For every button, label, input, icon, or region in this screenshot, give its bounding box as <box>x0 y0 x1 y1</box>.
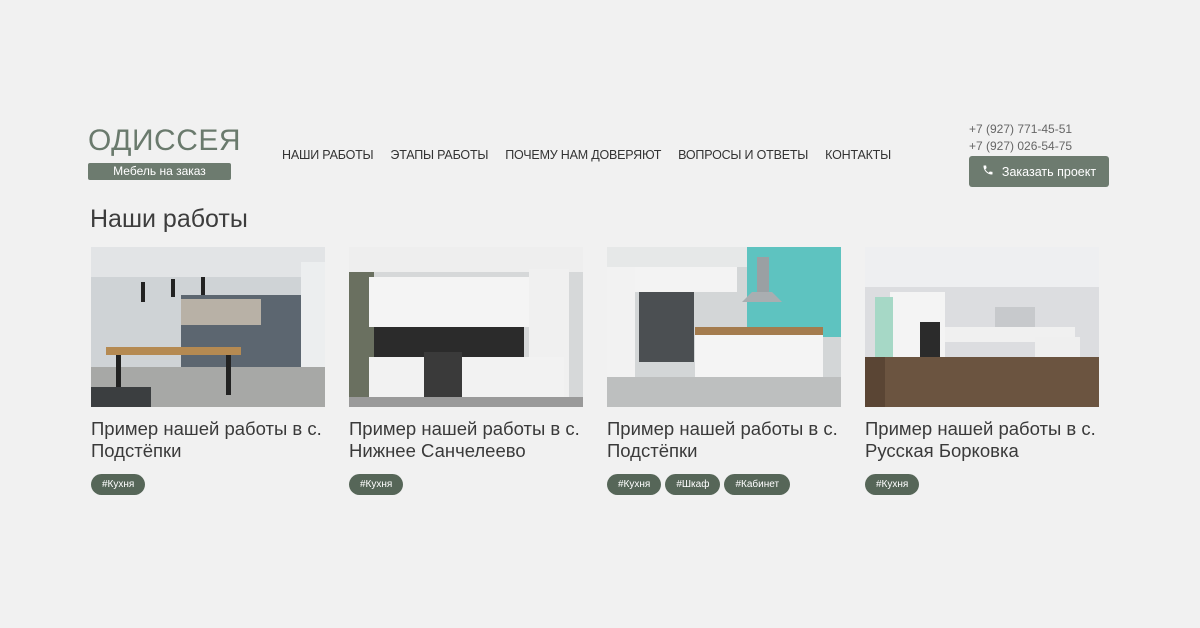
tag-chip[interactable]: #Кабинет <box>724 474 791 495</box>
work-card[interactable]: Пример нашей работы в с. Нижнее Санчелее… <box>349 247 583 495</box>
works-grid: Пример нашей работы в с. Подстёпки #Кухн… <box>91 247 1099 495</box>
work-title[interactable]: Пример нашей работы в с. Нижнее Санчелее… <box>349 418 583 462</box>
tag-chip[interactable]: #Кухня <box>865 474 920 495</box>
main-nav: НАШИ РАБОТЫ ЭТАПЫ РАБОТЫ ПОЧЕМУ НАМ ДОВЕ… <box>282 148 891 162</box>
work-photo[interactable] <box>349 247 583 407</box>
work-title[interactable]: Пример нашей работы в с. Подстёпки <box>91 418 325 462</box>
phone-number-1[interactable]: +7 (927) 771-45-51 <box>969 121 1109 138</box>
header-contacts: +7 (927) 771-45-51 +7 (927) 026-54-75 За… <box>969 121 1109 187</box>
tag-chip[interactable]: #Кухня <box>607 474 662 495</box>
work-photo[interactable] <box>91 247 325 407</box>
logo[interactable]: ОДИССЕЯ Мебель на заказ <box>88 124 242 180</box>
work-title[interactable]: Пример нашей работы в с. Подстёпки <box>607 418 841 462</box>
order-project-label: Заказать проект <box>1001 164 1097 179</box>
tag-list: #Кухня <box>865 474 1099 495</box>
logo-title: ОДИССЕЯ <box>88 124 242 157</box>
order-project-button[interactable]: Заказать проект <box>969 156 1109 187</box>
work-card[interactable]: Пример нашей работы в с. Подстёпки #Кухн… <box>607 247 841 495</box>
tag-chip[interactable]: #Кухня <box>349 474 404 495</box>
work-title[interactable]: Пример нашей работы в с. Русская Борковк… <box>865 418 1099 462</box>
work-photo[interactable] <box>865 247 1099 407</box>
nav-item-works[interactable]: НАШИ РАБОТЫ <box>282 148 374 162</box>
work-card[interactable]: Пример нашей работы в с. Подстёпки #Кухн… <box>91 247 325 495</box>
phone-icon <box>982 164 994 179</box>
tag-list: #Кухня <box>349 474 583 495</box>
nav-item-contacts[interactable]: КОНТАКТЫ <box>825 148 891 162</box>
logo-subtitle: Мебель на заказ <box>88 163 231 180</box>
work-photo[interactable] <box>607 247 841 407</box>
tag-list: #Кухня #Шкаф #Кабинет <box>607 474 841 495</box>
nav-item-faq[interactable]: ВОПРОСЫ И ОТВЕТЫ <box>678 148 808 162</box>
work-card[interactable]: Пример нашей работы в с. Русская Борковк… <box>865 247 1099 495</box>
phone-number-2[interactable]: +7 (927) 026-54-75 <box>969 138 1109 155</box>
nav-item-trust[interactable]: ПОЧЕМУ НАМ ДОВЕРЯЮТ <box>505 148 661 162</box>
tag-chip[interactable]: #Кухня <box>91 474 146 495</box>
section-title: Наши работы <box>90 205 248 233</box>
nav-item-stages[interactable]: ЭТАПЫ РАБОТЫ <box>390 148 488 162</box>
tag-list: #Кухня <box>91 474 325 495</box>
tag-chip[interactable]: #Шкаф <box>665 474 721 495</box>
